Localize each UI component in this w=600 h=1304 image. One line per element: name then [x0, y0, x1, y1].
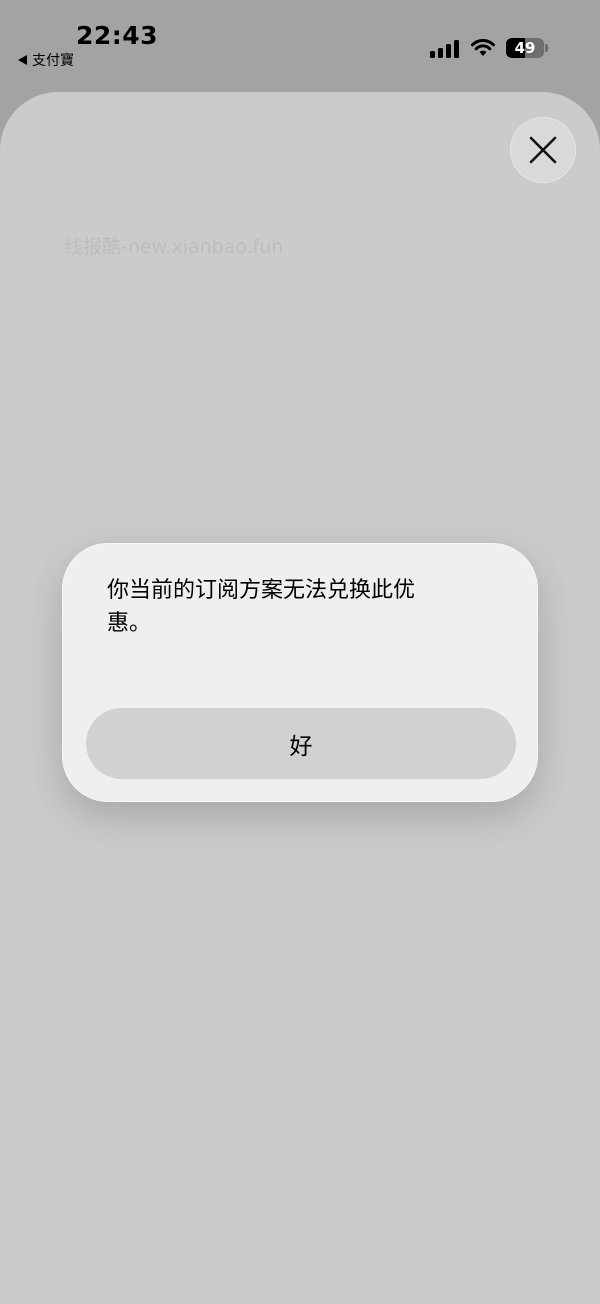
alert-dialog: 你当前的订阅方案无法兑换此优惠。 好 [62, 543, 538, 802]
close-icon [529, 136, 557, 164]
alert-message: 你当前的订阅方案无法兑换此优惠。 [107, 578, 416, 636]
ok-button[interactable]: 好 [86, 708, 516, 779]
status-time: 22:43 [76, 21, 159, 50]
battery-icon: 49 [506, 38, 544, 58]
watermark-text: 线报酷-new.xianbao.fun [64, 236, 284, 258]
battery-level: 49 [514, 39, 536, 57]
back-app-label: 支付寶 [32, 53, 74, 69]
cellular-signal-icon [430, 39, 460, 58]
wifi-icon [471, 39, 495, 56]
back-to-app-link[interactable]: 支付寶 [18, 50, 74, 70]
close-button[interactable] [510, 117, 576, 183]
battery-cap [545, 44, 548, 52]
back-triangle-icon [18, 55, 27, 65]
